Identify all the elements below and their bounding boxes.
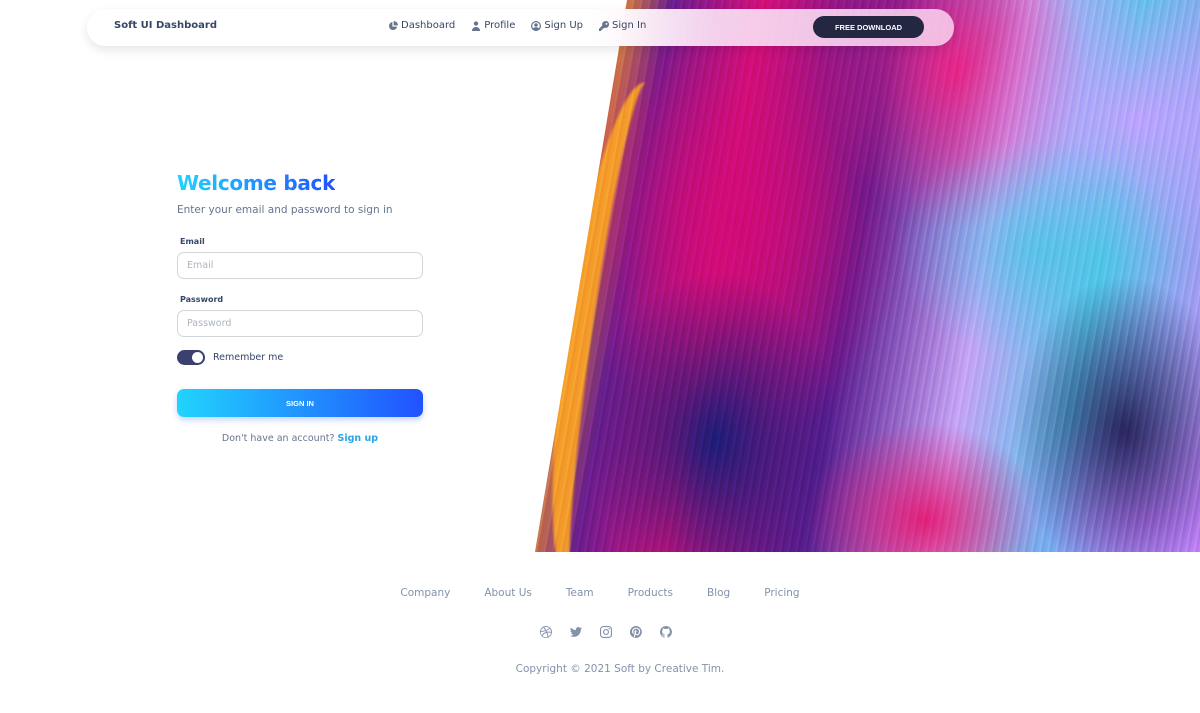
dribbble-link[interactable] xyxy=(540,626,552,638)
nav-link-sign-in[interactable]: Sign In xyxy=(599,20,646,31)
footer-link-about-us[interactable]: About Us xyxy=(484,587,532,599)
twitter-link[interactable] xyxy=(570,626,582,638)
nav-link-label: Sign In xyxy=(612,20,647,31)
chart-pie-icon xyxy=(388,20,398,30)
artwork-stripes xyxy=(535,0,1200,552)
password-input[interactable] xyxy=(177,310,423,337)
page-title: Welcome back xyxy=(177,171,336,195)
nav-link-label: Dashboard xyxy=(401,20,456,31)
dribbble-icon xyxy=(540,626,552,638)
twitter-icon xyxy=(570,627,582,637)
password-label: Password xyxy=(180,295,224,304)
github-icon xyxy=(660,626,672,638)
user-circle-icon xyxy=(531,20,542,31)
nav-link-sign-up[interactable]: Sign Up xyxy=(531,20,583,31)
footer-link-products[interactable]: Products xyxy=(628,587,673,599)
footer-link-blog[interactable]: Blog xyxy=(707,587,730,599)
pinterest-icon xyxy=(630,626,642,638)
footer-link-team[interactable]: Team xyxy=(566,587,594,599)
remember-me-row: Remember me xyxy=(177,350,423,365)
page-subtitle: Enter your email and password to sign in xyxy=(177,204,393,216)
instagram-icon xyxy=(600,626,612,638)
free-download-button[interactable]: FREE DOWNLOAD xyxy=(813,16,924,38)
footer-links: Company About Us Team Products Blog Pric… xyxy=(0,587,1200,599)
nav-link-profile[interactable]: Profile xyxy=(471,20,515,31)
pinterest-link[interactable] xyxy=(630,626,642,638)
sign-in-button[interactable]: SIGN IN xyxy=(177,389,423,417)
instagram-link[interactable] xyxy=(600,626,612,638)
key-icon xyxy=(599,20,610,31)
nav-link-label: Profile xyxy=(484,20,516,31)
hero-artwork xyxy=(535,0,1200,552)
user-icon xyxy=(472,20,481,31)
signup-prompt-text: Don't have an account? xyxy=(221,433,335,444)
nav-links: Dashboard Profile Sign Up Sign In xyxy=(388,20,646,31)
signup-prompt-line: Don't have an account? Sign up xyxy=(177,433,423,444)
nav-link-label: Sign Up xyxy=(544,20,584,31)
sign-up-link[interactable]: Sign up xyxy=(338,433,379,444)
footer-link-pricing[interactable]: Pricing xyxy=(764,587,799,599)
github-link[interactable] xyxy=(660,626,672,638)
navbar: Soft UI Dashboard Dashboard Profile Sign… xyxy=(87,9,954,46)
toggle-knob xyxy=(192,352,203,363)
brand-link[interactable]: Soft UI Dashboard xyxy=(114,20,217,31)
email-label: Email xyxy=(180,237,205,246)
footer-link-company[interactable]: Company xyxy=(400,587,450,599)
nav-link-dashboard[interactable]: Dashboard xyxy=(388,20,455,31)
copyright-text: Copyright © 2021 Soft by Creative Tim. xyxy=(515,663,725,675)
remember-me-label[interactable]: Remember me xyxy=(213,352,283,363)
login-form: Welcome back Enter your email and passwo… xyxy=(177,170,423,444)
email-input[interactable] xyxy=(177,252,423,279)
social-links xyxy=(0,626,1200,638)
remember-me-toggle[interactable] xyxy=(177,350,205,365)
